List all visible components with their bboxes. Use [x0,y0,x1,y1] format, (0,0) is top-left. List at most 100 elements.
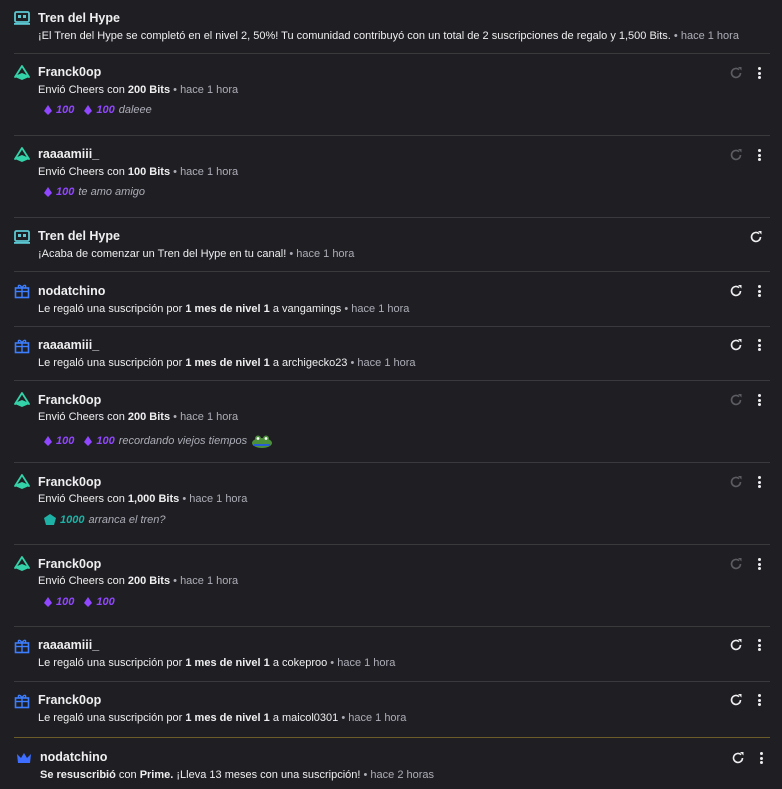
separator: • [670,30,681,42]
crown-icon [16,750,32,766]
activity-item: nodatchino Le regaló una suscripción por… [0,272,782,325]
separator: • [179,493,190,505]
item-title[interactable]: nodatchino [40,750,107,764]
activity-item: Franck0op Envió Cheers con 200 Bits • ha… [0,545,782,626]
replay-icon[interactable] [729,148,743,162]
activity-item: Tren del Hype ¡El Tren del Hype se compl… [0,0,782,52]
item-message: con [115,769,140,781]
activity-item: raaaamiii_ Le regaló una suscripción por… [0,627,782,680]
more-options-icon[interactable] [752,693,766,707]
cheer-icon [14,556,30,572]
item-title[interactable]: Franck0op [38,693,101,707]
timestamp: hace 1 hora [180,411,239,423]
bits-amount: 200 Bits [127,411,171,423]
bits-gem-icon [44,187,52,197]
item-title[interactable]: nodatchino [38,284,105,298]
sub-tier: 1 mes de nivel 1 [185,712,270,724]
replay-icon[interactable] [729,284,743,298]
timestamp: hace 1 hora [351,303,410,315]
replay-icon[interactable] [729,557,743,571]
item-text: Envió Cheers con 200 Bits • hace 1 hora [38,411,238,423]
item-text: Le regaló una suscripción por 1 mes de n… [38,303,409,315]
replay-icon[interactable] [729,66,743,80]
item-title[interactable]: raaaamiii_ [38,338,99,352]
gift-icon [14,283,30,299]
item-title[interactable]: Franck0op [38,393,101,407]
gift-icon [14,638,30,654]
more-options-icon[interactable] [752,338,766,352]
more-options-icon[interactable] [752,557,766,571]
cheer-amount: 100 [56,186,75,198]
more-options-icon[interactable] [752,638,766,652]
timestamp: hace 1 hora [337,657,396,669]
cheer-amount: 1000 [60,514,85,526]
bits-amount: 100 Bits [127,166,171,178]
item-message: Envió Cheers con [38,84,128,96]
more-options-icon[interactable] [752,393,766,407]
activity-item: raaaamiii_ Le regaló una suscripción por… [0,327,782,380]
gift-recipient: a vangamings [269,303,342,315]
item-text: Envió Cheers con 1,000 Bits • hace 1 hor… [38,493,247,505]
bits-gem-icon [44,436,52,446]
bits-gem-icon [84,436,93,446]
cheer-amount: 100 [56,104,75,116]
item-title[interactable]: Tren del Hype [38,229,120,243]
more-options-icon[interactable] [752,66,766,80]
cheer-text: arranca el tren? [88,514,166,526]
item-title[interactable]: raaaamiii_ [38,147,99,161]
replay-icon[interactable] [729,338,743,352]
sub-tier: 1 mes de nivel 1 [185,357,270,369]
item-title[interactable]: Franck0op [38,557,101,571]
separator: • [286,248,297,260]
item-message: Envió Cheers con [38,575,128,587]
timestamp: hace 1 hora [296,248,355,260]
more-options-icon[interactable] [752,475,766,489]
item-message: Le regaló una suscripción por [38,303,186,315]
timestamp: hace 1 hora [189,493,248,505]
activity-item: Franck0op Envió Cheers con 200 Bits • ha… [0,54,782,134]
hype-train-icon [14,229,30,245]
sub-tier: 1 mes de nivel 1 [185,303,270,315]
frog-emote-icon [252,435,273,448]
bits-amount: 1,000 Bits [127,493,180,505]
cheer-amount: 100 [56,435,75,447]
item-text: ¡El Tren del Hype se completó en el nive… [38,30,739,42]
replay-icon[interactable] [729,638,743,652]
separator: • [170,411,181,423]
cheer-message: 100 100 [44,596,119,608]
item-text: Se resuscribió con Prime. ¡Lleva 13 mese… [40,769,434,781]
gift-icon [14,693,30,709]
bits-gem-icon [44,105,52,115]
hype-train-icon [14,10,30,26]
replay-icon[interactable] [729,475,743,489]
cheer-message: 1000 arranca el tren? [44,514,166,526]
item-text: Le regaló una suscripción por 1 mes de n… [38,712,406,724]
bits-gem-icon [84,105,93,115]
separator: • [170,575,181,587]
activity-item: Franck0op Le regaló una suscripción por … [0,682,782,735]
cheer-icon [14,474,30,490]
bits-gem-icon [84,597,93,607]
replay-icon[interactable] [731,751,745,765]
replay-icon[interactable] [729,393,743,407]
more-options-icon[interactable] [752,148,766,162]
cheer-icon [14,392,30,408]
separator: • [360,769,371,781]
replay-icon[interactable] [729,693,743,707]
activity-item: Franck0op Envió Cheers con 200 Bits • ha… [0,381,782,462]
item-title[interactable]: Franck0op [38,475,101,489]
item-title[interactable]: Tren del Hype [38,11,120,25]
more-options-icon[interactable] [754,751,768,765]
more-options-icon[interactable] [752,284,766,298]
item-title[interactable]: Franck0op [38,65,101,79]
gift-recipient: a maicol0301 [269,712,339,724]
item-text: Envió Cheers con 200 Bits • hace 1 hora [38,575,238,587]
cheer-icon [14,147,30,163]
activity-item: Tren del Hype ¡Acaba de comenzar un Tren… [0,218,782,270]
resub-label: Se resuscribió [40,769,116,781]
cheer-amount: 100 [56,596,75,608]
item-title[interactable]: raaaamiii_ [38,638,99,652]
timestamp: hace 2 horas [370,769,435,781]
cheer-amount: 100 [96,435,115,447]
replay-icon[interactable] [749,230,763,244]
